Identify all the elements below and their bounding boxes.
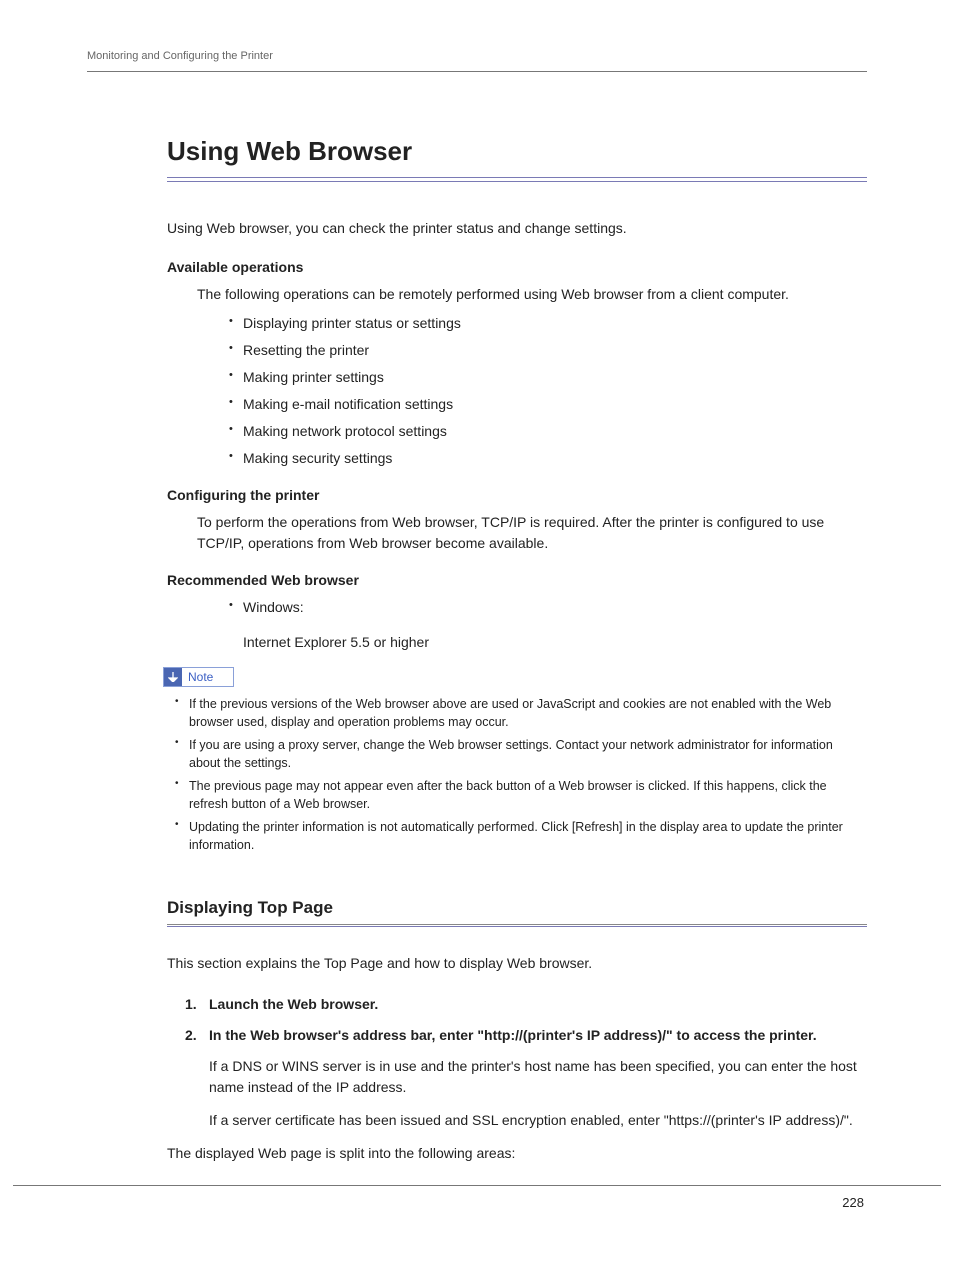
header-rule	[87, 71, 867, 72]
section-title: Displaying Top Page	[167, 895, 867, 921]
step-text: In the Web browser's address bar, enter …	[209, 1025, 817, 1046]
note-label: Note	[182, 668, 233, 686]
footer-rule	[13, 1185, 941, 1186]
available-ops-list: Displaying printer status or settings Re…	[229, 313, 867, 469]
list-item: If the previous versions of the Web brow…	[175, 695, 867, 731]
configuring-heading: Configuring the printer	[167, 485, 867, 506]
note-list: If the previous versions of the Web brow…	[175, 695, 867, 855]
list-item: Making network protocol settings	[229, 421, 867, 442]
step-body: If a server certificate has been issued …	[209, 1110, 867, 1131]
down-arrow-icon	[164, 668, 182, 686]
step-2: 2. In the Web browser's address bar, ent…	[185, 1025, 867, 1046]
recommended-heading: Recommended Web browser	[167, 570, 867, 591]
note-block: Note If the previous versions of the Web…	[163, 667, 867, 855]
step-1: 1. Launch the Web browser.	[185, 994, 867, 1015]
chapter-title: Using Web Browser	[167, 132, 867, 171]
list-item: Making security settings	[229, 448, 867, 469]
list-item: Making e-mail notification settings	[229, 394, 867, 415]
step-text: Launch the Web browser.	[209, 994, 378, 1015]
available-ops-heading: Available operations	[167, 257, 867, 278]
list-item: Displaying printer status or settings	[229, 313, 867, 334]
step-body: If a DNS or WINS server is in use and th…	[209, 1056, 867, 1098]
recommended-detail: Internet Explorer 5.5 or higher	[243, 632, 867, 653]
recommended-list: Windows:	[229, 597, 867, 618]
step-number: 2.	[185, 1025, 209, 1046]
list-item: Resetting the printer	[229, 340, 867, 361]
list-item: Updating the printer information is not …	[175, 818, 867, 854]
available-ops-leadin: The following operations can be remotely…	[197, 284, 867, 305]
list-item: Making printer settings	[229, 367, 867, 388]
step-number: 1.	[185, 994, 209, 1015]
configuring-body: To perform the operations from Web brows…	[197, 512, 867, 554]
page-number: 228	[842, 1193, 864, 1213]
list-item: Windows:	[229, 597, 867, 618]
list-item: The previous page may not appear even af…	[175, 777, 867, 813]
section-intro: This section explains the Top Page and h…	[167, 953, 867, 974]
after-steps-text: The displayed Web page is split into the…	[167, 1143, 867, 1164]
chapter-intro: Using Web browser, you can check the pri…	[167, 218, 867, 239]
note-badge: Note	[163, 667, 234, 687]
section-rule	[167, 924, 867, 927]
list-item: If you are using a proxy server, change …	[175, 736, 867, 772]
running-header: Monitoring and Configuring the Printer	[87, 48, 867, 65]
chapter-rule	[167, 177, 867, 182]
